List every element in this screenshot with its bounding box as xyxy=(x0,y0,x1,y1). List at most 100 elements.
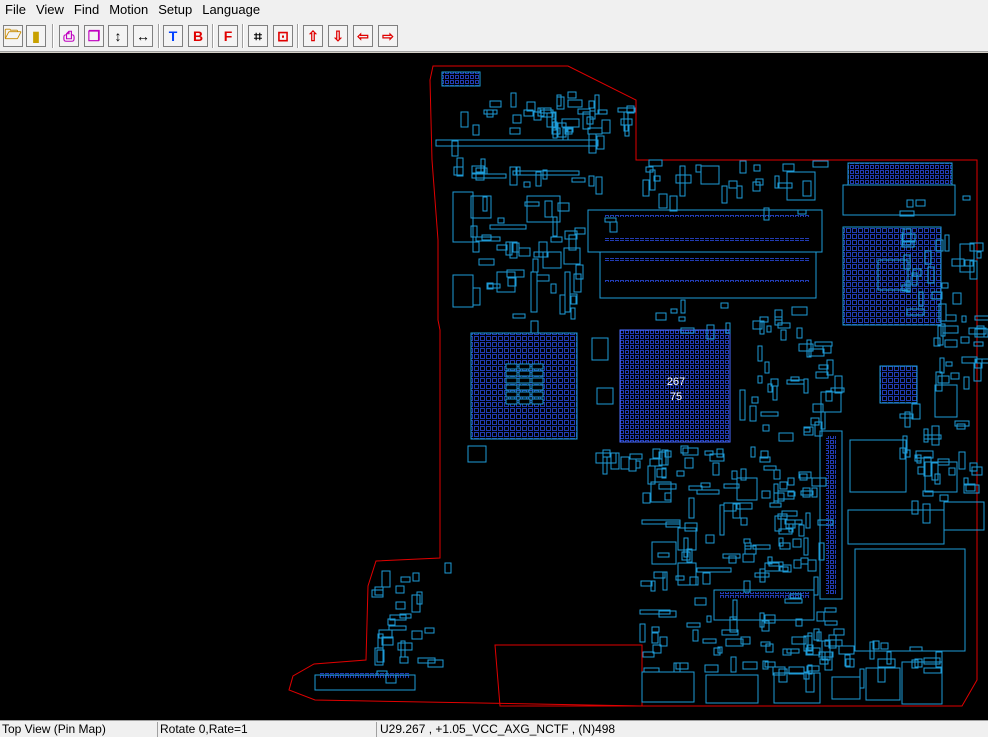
passive-component[interactable] xyxy=(813,576,819,596)
passive-component[interactable] xyxy=(628,458,637,472)
center-pad[interactable] xyxy=(505,377,518,384)
passive-component[interactable] xyxy=(706,615,712,623)
passive-component[interactable] xyxy=(728,180,738,189)
zoom-fit-button[interactable]: ⌗ xyxy=(248,25,268,47)
passive-component[interactable] xyxy=(512,313,526,319)
passive-component[interactable] xyxy=(773,469,781,480)
passive-component[interactable] xyxy=(642,651,655,658)
large-component[interactable] xyxy=(705,674,759,704)
passive-component[interactable] xyxy=(976,251,982,259)
passive-component[interactable] xyxy=(684,457,694,469)
passive-component[interactable] xyxy=(642,179,650,197)
passive-component[interactable] xyxy=(688,497,695,519)
passive-component[interactable] xyxy=(791,306,808,316)
slot-pins[interactable] xyxy=(605,279,810,282)
passive-component[interactable] xyxy=(675,174,692,184)
center-pad[interactable] xyxy=(531,370,544,377)
component-outline[interactable] xyxy=(736,477,758,501)
passive-component[interactable] xyxy=(750,446,756,458)
passive-component[interactable] xyxy=(721,185,728,204)
passive-component[interactable] xyxy=(657,552,670,558)
bottom-side-button[interactable]: B xyxy=(188,25,208,47)
passive-component[interactable] xyxy=(916,454,922,464)
component-outline[interactable] xyxy=(526,195,561,223)
component-outline[interactable] xyxy=(650,481,672,503)
passive-component[interactable] xyxy=(935,651,943,668)
passive-component[interactable] xyxy=(535,171,542,187)
component-outline[interactable] xyxy=(470,195,492,219)
passive-component[interactable] xyxy=(798,471,812,479)
passive-component[interactable] xyxy=(651,626,660,633)
passive-component[interactable] xyxy=(740,517,748,526)
passive-component[interactable] xyxy=(648,159,663,167)
large-component[interactable] xyxy=(865,667,901,701)
passive-component[interactable] xyxy=(736,185,743,199)
passive-component[interactable] xyxy=(815,371,829,379)
passive-component[interactable] xyxy=(675,662,689,670)
passive-component[interactable] xyxy=(472,124,480,136)
passive-component[interactable] xyxy=(689,576,699,586)
passive-component[interactable] xyxy=(696,567,732,573)
passive-component[interactable] xyxy=(530,271,538,313)
passive-component[interactable] xyxy=(915,199,926,207)
passive-component[interactable] xyxy=(680,445,689,454)
flip-vertical-button[interactable]: ↕ xyxy=(108,25,128,47)
passive-component[interactable] xyxy=(567,91,577,99)
passive-component[interactable] xyxy=(802,487,811,498)
passive-component[interactable] xyxy=(533,251,549,258)
passive-component[interactable] xyxy=(805,672,815,693)
passive-component[interactable] xyxy=(950,372,960,380)
center-pad[interactable] xyxy=(518,384,531,391)
passive-component[interactable] xyxy=(792,538,802,548)
passive-component[interactable] xyxy=(784,598,803,604)
passive-component[interactable] xyxy=(658,193,668,209)
passive-component[interactable] xyxy=(786,648,800,654)
passive-component[interactable] xyxy=(962,195,971,201)
passive-component[interactable] xyxy=(550,236,563,243)
passive-component[interactable] xyxy=(487,283,501,289)
passive-component[interactable] xyxy=(588,100,595,109)
large-component[interactable] xyxy=(943,501,985,531)
passive-component[interactable] xyxy=(937,375,950,384)
gpu-bga[interactable] xyxy=(842,226,942,326)
passive-component[interactable] xyxy=(859,668,865,689)
small-bga[interactable] xyxy=(879,365,918,404)
passive-component[interactable] xyxy=(536,274,550,282)
passive-component[interactable] xyxy=(803,537,809,556)
top-side-button[interactable]: T xyxy=(163,25,183,47)
passive-component[interactable] xyxy=(451,140,459,157)
passive-component[interactable] xyxy=(951,258,965,267)
move-left-button[interactable]: ⇦ xyxy=(353,25,373,47)
center-pad[interactable] xyxy=(531,398,544,405)
passive-component[interactable] xyxy=(550,283,557,294)
passive-component[interactable] xyxy=(664,492,672,501)
passive-component[interactable] xyxy=(640,580,653,587)
passive-component[interactable] xyxy=(742,553,755,563)
passive-component[interactable] xyxy=(760,411,779,417)
passive-component[interactable] xyxy=(731,470,738,480)
passive-component[interactable] xyxy=(692,629,699,642)
center-pad[interactable] xyxy=(518,370,531,377)
passive-component[interactable] xyxy=(512,242,520,253)
center-pad[interactable] xyxy=(531,363,544,370)
passive-component[interactable] xyxy=(470,225,478,238)
passive-component[interactable] xyxy=(412,572,420,582)
flip-board-button[interactable]: F xyxy=(218,25,238,47)
passive-component[interactable] xyxy=(779,566,789,572)
component-outline[interactable] xyxy=(934,384,958,418)
component-outline[interactable] xyxy=(700,165,720,185)
passive-component[interactable] xyxy=(675,575,685,581)
passive-component[interactable] xyxy=(759,568,766,583)
passive-component[interactable] xyxy=(944,339,958,348)
center-pad[interactable] xyxy=(518,391,531,398)
passive-component[interactable] xyxy=(532,258,539,273)
passive-component[interactable] xyxy=(762,424,770,432)
passive-component[interactable] xyxy=(658,483,677,490)
center-pad[interactable] xyxy=(518,363,531,370)
passive-component[interactable] xyxy=(772,385,778,401)
passive-component[interactable] xyxy=(570,307,576,320)
passive-component[interactable] xyxy=(472,241,480,253)
center-pad[interactable] xyxy=(531,377,544,384)
passive-component[interactable] xyxy=(655,312,667,321)
top-strip[interactable] xyxy=(435,139,599,147)
